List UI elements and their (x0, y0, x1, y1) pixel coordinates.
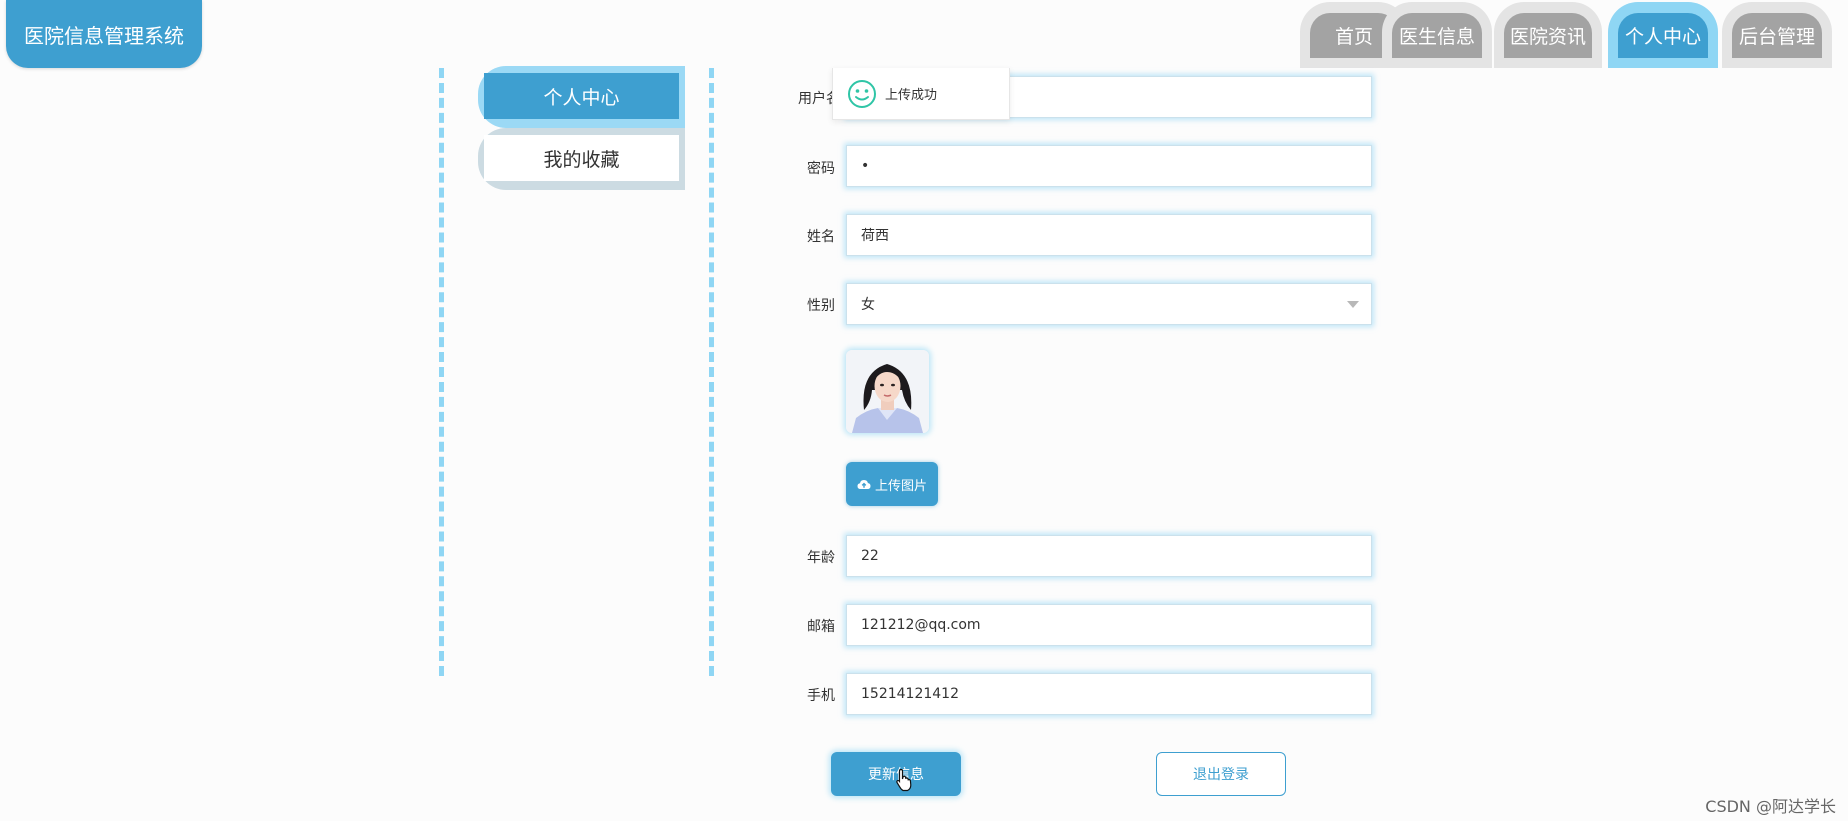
tab-admin-label: 后台管理 (1732, 13, 1822, 58)
tab-doctors[interactable]: 医生信息 (1382, 2, 1492, 68)
email-label: 邮箱 (807, 619, 835, 635)
password-field[interactable]: • (846, 145, 1372, 187)
phone-label: 手机 (807, 688, 835, 704)
upload-image-button[interactable]: 上传图片 (846, 462, 938, 506)
name-field[interactable]: 荷西 (846, 214, 1372, 256)
sidebar-right-divider (709, 68, 714, 676)
tab-personal-center-label: 个人中心 (1618, 13, 1708, 58)
age-label: 年龄 (807, 550, 835, 566)
watermark-text: CSDN @阿达学长 (1705, 797, 1836, 816)
name-label: 姓名 (807, 229, 835, 245)
hand-cursor-icon (896, 768, 912, 792)
cloud-upload-icon (857, 479, 871, 489)
sidebar-left-divider (439, 68, 444, 676)
phone-field[interactable]: 15214121412 (846, 673, 1372, 715)
sidebar-item-label: 我的收藏 (484, 135, 679, 181)
top-nav: 首页 医生信息 医院资讯 个人中心 后台管理 (0, 0, 1848, 70)
smile-icon (848, 79, 876, 108)
age-value: 22 (861, 548, 879, 564)
email-field[interactable]: 121212@qq.com (846, 604, 1372, 646)
logout-button[interactable]: 退出登录 (1156, 752, 1286, 796)
sidebar-item-label: 个人中心 (484, 73, 679, 119)
tab-admin[interactable]: 后台管理 (1722, 2, 1832, 68)
tab-hospital-news[interactable]: 医院资讯 (1494, 2, 1602, 68)
tab-personal-center[interactable]: 个人中心 (1608, 2, 1718, 68)
gender-value: 女 (861, 297, 875, 313)
avatar-image (846, 350, 929, 433)
sidebar-item-personal-center[interactable]: 个人中心 (478, 66, 685, 128)
tab-doctors-label: 医生信息 (1392, 13, 1482, 58)
name-value: 荷西 (861, 228, 889, 244)
tab-hospital-news-label: 医院资讯 (1504, 13, 1592, 58)
age-field[interactable]: 22 (846, 535, 1372, 577)
gender-label: 性别 (807, 298, 835, 314)
upload-success-toast: 上传成功 (832, 68, 1010, 120)
toast-message: 上传成功 (885, 88, 938, 103)
username-label: 用户名 (798, 91, 840, 107)
email-value: 121212@qq.com (861, 617, 981, 633)
portrait-photo (846, 350, 929, 433)
password-value: • (861, 158, 870, 174)
sidebar-item-favorites[interactable]: 我的收藏 (478, 128, 685, 190)
chevron-down-icon (1347, 301, 1359, 308)
password-label: 密码 (807, 161, 835, 177)
logout-label: 退出登录 (1193, 767, 1249, 783)
upload-image-label: 上传图片 (874, 478, 927, 494)
gender-select[interactable]: 女 (846, 283, 1372, 325)
phone-value: 15214121412 (861, 686, 959, 702)
